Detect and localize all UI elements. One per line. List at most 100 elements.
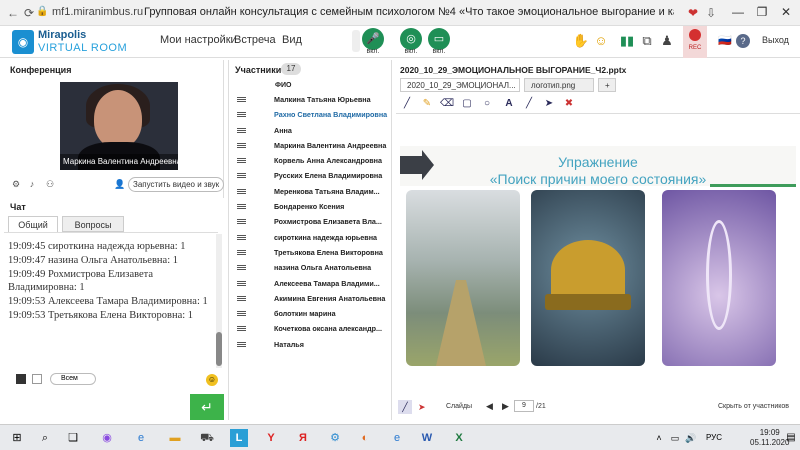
- menu-icon[interactable]: [237, 341, 246, 347]
- laser-pointer-icon[interactable]: ➤: [418, 402, 426, 413]
- raise-hand-icon[interactable]: ✋: [572, 32, 590, 50]
- edge-icon[interactable]: e: [132, 429, 150, 447]
- edge-legacy-icon[interactable]: e: [388, 429, 406, 447]
- start-video-select[interactable]: Запустить видео и звук: [128, 177, 224, 192]
- emoji-picker-icon[interactable]: ☺: [206, 374, 218, 386]
- text-color-icon[interactable]: [16, 374, 26, 384]
- pen-icon[interactable]: ╱: [400, 97, 414, 111]
- language-flag-icon[interactable]: 🇷🇺: [716, 32, 734, 50]
- menu-icon[interactable]: [237, 249, 246, 255]
- menu-icon[interactable]: [237, 295, 246, 301]
- alice-icon[interactable]: ◉: [98, 429, 116, 447]
- participant-row[interactable]: сироткина надежда юрьевна: [229, 230, 391, 245]
- menu-icon[interactable]: [237, 112, 246, 118]
- line-icon[interactable]: ╱: [522, 97, 536, 111]
- task-view-icon[interactable]: ❑: [64, 429, 82, 447]
- eraser-icon[interactable]: ⌫: [440, 97, 454, 111]
- participant-row[interactable]: назина Ольга Анатольевна: [229, 260, 391, 275]
- participant-row[interactable]: Акимина Евгения Анатольевна: [229, 291, 391, 306]
- excel-icon[interactable]: X: [450, 429, 468, 447]
- menu-icon[interactable]: [237, 158, 246, 164]
- slides-label[interactable]: Слайды: [446, 403, 472, 410]
- users-icon[interactable]: ♟: [658, 32, 676, 50]
- prev-slide-icon[interactable]: ◀: [486, 401, 493, 412]
- participant-row[interactable]: Кочеткова оксана александр...: [229, 321, 391, 336]
- participant-row[interactable]: Корвель Анна Александровна: [229, 153, 391, 168]
- menu-icon[interactable]: [237, 234, 246, 240]
- video-tile[interactable]: Маркина Валентина Андреевна: [60, 82, 178, 170]
- participant-row[interactable]: Русских Елена Владимировна: [229, 168, 391, 183]
- text-icon[interactable]: A: [502, 97, 516, 111]
- ellipse-icon[interactable]: ○: [480, 97, 494, 111]
- menu-icon[interactable]: [237, 173, 246, 179]
- record-button[interactable]: REC: [683, 26, 707, 58]
- search-icon[interactable]: ⌕: [36, 429, 54, 447]
- exit-button[interactable]: Выход: [762, 35, 789, 45]
- participant-row[interactable]: Анна: [229, 123, 391, 138]
- language-indicator[interactable]: РУС: [702, 429, 726, 447]
- chat-scrollbar[interactable]: [216, 234, 222, 368]
- yandex-icon[interactable]: Я: [294, 429, 312, 447]
- video-settings-icon[interactable]: ⚙: [10, 179, 22, 191]
- pen-toggle-icon[interactable]: ╱: [398, 400, 412, 414]
- send-button[interactable]: ↵: [190, 394, 224, 420]
- menu-icon[interactable]: [237, 204, 246, 210]
- participant-row[interactable]: Рохмистрова Елизавета Вла...: [229, 214, 391, 229]
- notifications-icon[interactable]: ▤: [782, 429, 800, 447]
- app-l-icon[interactable]: L: [230, 429, 248, 447]
- menu-icon[interactable]: [237, 280, 246, 286]
- word-icon[interactable]: W: [418, 429, 436, 447]
- yandex-browser-icon[interactable]: Y: [262, 429, 280, 447]
- network-icon[interactable]: ⧉: [638, 32, 656, 50]
- audio-settings-icon[interactable]: ♪: [26, 179, 38, 191]
- bookmark-icon[interactable]: ❤: [684, 4, 702, 22]
- windows-start-icon[interactable]: ⊞: [8, 429, 26, 447]
- restore-icon[interactable]: ❐: [750, 3, 774, 21]
- webcam-icon[interactable]: ◎: [400, 28, 422, 50]
- close-icon[interactable]: ✕: [774, 3, 798, 21]
- rectangle-icon[interactable]: ▢: [460, 97, 474, 111]
- help-icon[interactable]: ?: [736, 34, 750, 48]
- download-icon[interactable]: ⇩: [702, 4, 720, 22]
- participant-row[interactable]: Бондаренко Ксения: [229, 199, 391, 214]
- menu-icon[interactable]: [237, 219, 246, 225]
- volume-slider[interactable]: [352, 30, 360, 52]
- microphone-icon[interactable]: 🎤: [362, 28, 384, 50]
- menu-icon[interactable]: [237, 265, 246, 271]
- participant-row[interactable]: Алексеева Тамара Владими...: [229, 276, 391, 291]
- page-input[interactable]: 9: [514, 400, 534, 412]
- stats-icon[interactable]: ▮▮: [618, 32, 636, 50]
- participant-row[interactable]: Рахно Светлана Владимировна: [229, 107, 391, 122]
- minimize-icon[interactable]: —: [726, 3, 750, 21]
- menu-icon[interactable]: [237, 326, 246, 332]
- emoji-icon[interactable]: ☺: [592, 32, 610, 50]
- menu-view[interactable]: Вид: [282, 34, 302, 46]
- next-slide-icon[interactable]: ▶: [502, 401, 509, 412]
- participant-row[interactable]: Меренкова Татьяна Владим...: [229, 184, 391, 199]
- user-icon[interactable]: 👤: [114, 179, 126, 191]
- add-tab-button[interactable]: +: [598, 78, 616, 92]
- participant-row[interactable]: Третьякова Елена Викторовна: [229, 245, 391, 260]
- menu-icon[interactable]: [237, 127, 246, 133]
- address-bar[interactable]: mf1.miranimbus.ru: [52, 6, 143, 18]
- marker-icon[interactable]: ✎: [420, 97, 434, 111]
- bg-color-icon[interactable]: [32, 374, 42, 384]
- store-icon[interactable]: ⛟: [198, 429, 216, 447]
- menu-icon[interactable]: [237, 97, 246, 102]
- menu-meeting[interactable]: Встреча: [234, 34, 276, 46]
- recipient-select[interactable]: Всем: [50, 373, 96, 385]
- doc-tab-logo[interactable]: логотип.png: [524, 78, 594, 92]
- tray-volume-icon[interactable]: 🔊: [682, 429, 700, 447]
- screen-icon[interactable]: ▭: [428, 28, 450, 50]
- chat-scroll-thumb[interactable]: [216, 332, 222, 366]
- tab-general[interactable]: Общий: [8, 216, 58, 232]
- tab-questions[interactable]: Вопросы: [62, 216, 124, 232]
- devices-icon[interactable]: ⚇: [44, 179, 56, 191]
- settings-icon[interactable]: ⚙: [326, 429, 344, 447]
- menu-my-settings[interactable]: Мои настройки: [160, 34, 237, 46]
- hide-from-participants[interactable]: Скрыть от участников: [718, 403, 789, 410]
- participant-row[interactable]: Наталья: [229, 337, 391, 352]
- file-explorer-icon[interactable]: ▬: [166, 429, 184, 447]
- menu-icon[interactable]: [237, 142, 246, 148]
- doc-tab-presentation[interactable]: 2020_10_29_ЭМОЦИОНАЛ...: [400, 78, 520, 92]
